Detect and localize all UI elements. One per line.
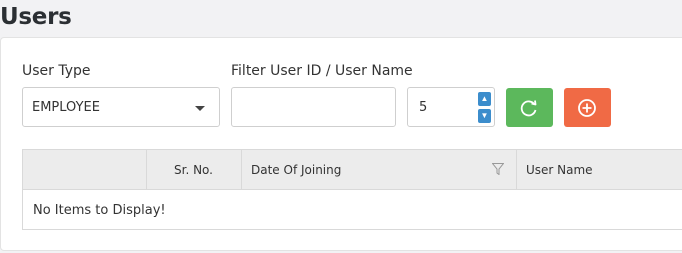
grid-column-select[interactable]: [23, 150, 147, 190]
filter-user-input[interactable]: [231, 87, 396, 127]
user-type-label: User Type: [22, 63, 91, 79]
users-grid: Sr. No. Date Of Joining User Name No Ite…: [22, 149, 682, 230]
refresh-icon: [520, 100, 537, 117]
filter-icon[interactable]: [492, 163, 504, 175]
add-user-button[interactable]: [564, 88, 611, 127]
page-size-stepper[interactable]: 5 ▲ ▼: [407, 87, 495, 127]
page-size-value: 5: [419, 100, 428, 115]
page-title: Users: [0, 4, 72, 30]
grid-column-user-name[interactable]: User Name: [517, 150, 682, 190]
column-title-date-of-joining: Date Of Joining: [251, 163, 342, 177]
grid-column-sr-no[interactable]: Sr. No.: [147, 150, 242, 190]
column-title-user-name: User Name: [526, 163, 593, 177]
filter-user-label: Filter User ID / User Name: [231, 63, 413, 79]
caret-down-icon: [195, 106, 205, 111]
plus-circle-icon: [578, 99, 596, 117]
user-type-select[interactable]: EMPLOYEE: [22, 87, 220, 127]
user-type-value: EMPLOYEE: [32, 100, 100, 115]
column-title-sr-no: Sr. No.: [174, 163, 213, 177]
page-header: Users: [0, 0, 682, 36]
spin-down-icon[interactable]: ▼: [478, 109, 491, 123]
grid-header: Sr. No. Date Of Joining User Name: [23, 150, 682, 190]
refresh-button[interactable]: [506, 88, 553, 127]
spin-up-icon[interactable]: ▲: [478, 92, 491, 106]
grid-empty-message: No Items to Display!: [33, 203, 166, 218]
grid-column-date-of-joining[interactable]: Date Of Joining: [242, 150, 517, 190]
